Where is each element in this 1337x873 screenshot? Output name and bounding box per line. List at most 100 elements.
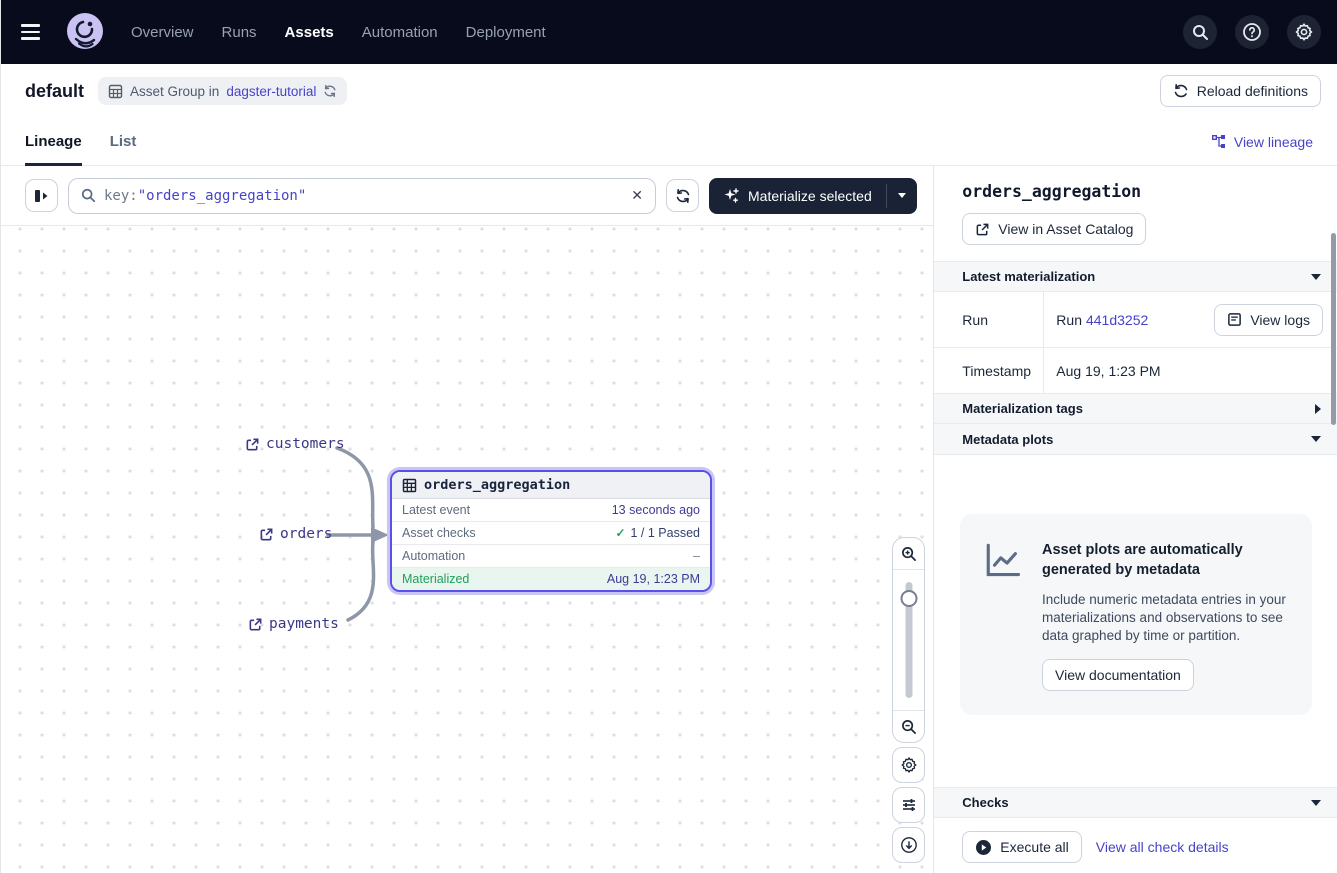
row-label: Asset checks <box>402 526 476 540</box>
lineage-icon <box>1211 134 1227 150</box>
nav-assets[interactable]: Assets <box>285 24 334 41</box>
panel-asset-title: orders_aggregation <box>962 182 1337 201</box>
zoom-in-button[interactable] <box>893 538 924 570</box>
recenter-graph-button[interactable] <box>892 827 925 863</box>
repo-link[interactable]: dagster-tutorial <box>226 84 316 99</box>
asset-node-payments[interactable]: payments <box>248 616 339 632</box>
asset-label-text: orders <box>280 526 332 542</box>
expand-sidebar-button[interactable] <box>25 179 58 212</box>
view-lineage-label: View lineage <box>1234 134 1313 150</box>
graph-settings-button[interactable] <box>892 747 925 783</box>
clear-search-icon[interactable]: ✕ <box>631 187 643 204</box>
reload-icon <box>1173 83 1189 99</box>
view-documentation-label: View documentation <box>1055 667 1181 683</box>
view-documentation-button[interactable]: View documentation <box>1042 659 1194 691</box>
section-materialization-tags[interactable]: Materialization tags <box>934 393 1337 424</box>
zoom-controls <box>892 537 925 743</box>
refresh-graph-button[interactable] <box>666 179 699 212</box>
check-icon: ✓ <box>615 526 625 540</box>
log-document-icon <box>1227 312 1242 327</box>
nav-deployment[interactable]: Deployment <box>466 24 546 41</box>
node-row-materialized: Materialized Aug 19, 1:23 PM <box>392 568 710 590</box>
chevron-down-icon <box>1311 436 1321 442</box>
section-latest-materialization[interactable]: Latest materialization <box>934 261 1337 292</box>
view-in-asset-catalog-button[interactable]: View in Asset Catalog <box>962 213 1146 245</box>
node-row-latest-event: Latest event 13 seconds ago <box>392 499 710 522</box>
graph-filters-button[interactable] <box>892 787 925 823</box>
node-row-automation: Automation – <box>392 545 710 568</box>
view-logs-button[interactable]: View logs <box>1214 304 1323 336</box>
search-query-prefix: key: <box>104 188 138 204</box>
hamburger-menu-icon[interactable] <box>21 18 49 46</box>
view-all-check-details-link[interactable]: View all check details <box>1096 839 1229 855</box>
tab-list[interactable]: List <box>110 118 137 165</box>
zoom-out-icon <box>901 719 917 735</box>
execute-all-button[interactable]: Execute all <box>962 831 1081 863</box>
execute-all-label: Execute all <box>1000 839 1068 855</box>
line-chart-icon <box>982 540 1024 582</box>
reload-definitions-button[interactable]: Reload definitions <box>1160 75 1321 107</box>
row-value: 13 seconds ago <box>612 503 700 517</box>
nav-overview[interactable]: Overview <box>131 24 194 41</box>
lineage-toolbar: key:"orders_aggregation" ✕ Materialize s… <box>1 166 933 226</box>
row-value: – <box>693 549 700 563</box>
asset-label-text: customers <box>266 436 345 452</box>
row-label: Automation <box>402 549 465 563</box>
timestamp-row: Timestamp Aug 19, 1:23 PM <box>934 348 1337 393</box>
asset-search-input[interactable]: key:"orders_aggregation" ✕ <box>68 178 656 214</box>
lineage-canvas[interactable]: customers orders payments orders_aggrega… <box>1 226 933 873</box>
asset-node-customers[interactable]: customers <box>245 436 345 452</box>
dagster-app: Overview Runs Assets Automation Deployme… <box>0 0 1337 873</box>
asset-plots-info-card: Asset plots are automatically generated … <box>960 514 1312 715</box>
tab-lineage[interactable]: Lineage <box>25 118 82 165</box>
external-link-icon <box>245 437 260 452</box>
section-label: Latest materialization <box>962 269 1095 284</box>
refresh-icon[interactable] <box>323 84 337 98</box>
grid-icon <box>108 84 123 99</box>
chevron-right-icon <box>1315 404 1321 414</box>
row-value: 1 / 1 Passed <box>631 526 701 540</box>
refresh-icon <box>675 188 691 204</box>
play-circle-icon <box>975 839 992 856</box>
plots-card-body: Include numeric metadata entries in your… <box>1042 591 1292 646</box>
node-row-asset-checks: Asset checks ✓ 1 / 1 Passed <box>392 522 710 545</box>
run-id-link[interactable]: 441d3252 <box>1086 312 1148 328</box>
section-label: Metadata plots <box>962 432 1053 447</box>
zoom-slider-handle[interactable] <box>900 590 917 607</box>
asset-node-orders[interactable]: orders <box>259 526 332 542</box>
asset-group-badge[interactable]: Asset Group in dagster-tutorial <box>98 77 347 105</box>
chevron-down-icon <box>1311 274 1321 280</box>
dagster-logo-icon[interactable] <box>65 12 105 52</box>
page-header: default Asset Group in dagster-tutorial … <box>1 64 1337 118</box>
section-label: Checks <box>962 795 1008 810</box>
section-checks[interactable]: Checks <box>934 787 1337 818</box>
search-icon[interactable] <box>1183 15 1217 49</box>
nav-automation[interactable]: Automation <box>362 24 438 41</box>
materialize-selected-button[interactable]: Materialize selected <box>709 178 917 214</box>
asset-node-orders-aggregation[interactable]: orders_aggregation Latest event 13 secon… <box>390 470 712 592</box>
table-icon <box>402 478 417 493</box>
tabs-row: Lineage List View lineage <box>1 118 1337 166</box>
help-icon[interactable] <box>1235 15 1269 49</box>
timestamp-value: Aug 19, 1:23 PM <box>1044 363 1337 379</box>
view-logs-label: View logs <box>1250 312 1310 328</box>
asset-label-text: payments <box>269 616 339 632</box>
panel-scrollbar[interactable] <box>1331 233 1336 425</box>
asset-detail-panel: orders_aggregation View in Asset Catalog… <box>933 166 1337 873</box>
gear-icon <box>900 756 918 774</box>
view-lineage-link[interactable]: View lineage <box>1211 118 1313 165</box>
settings-gear-icon[interactable] <box>1287 15 1321 49</box>
page-title: default <box>25 81 84 102</box>
search-query-value: "orders_aggregation" <box>138 188 307 204</box>
materialize-dropdown-button[interactable] <box>887 178 917 214</box>
section-metadata-plots[interactable]: Metadata plots <box>934 424 1337 455</box>
badge-text: Asset Group in <box>130 84 219 99</box>
row-label: Latest event <box>402 503 470 517</box>
zoom-out-button[interactable] <box>893 710 924 742</box>
run-row: Run Run 441d3252 View logs <box>934 292 1337 348</box>
external-link-icon <box>248 617 263 632</box>
chevron-down-icon <box>1311 800 1321 806</box>
view-in-catalog-label: View in Asset Catalog <box>998 221 1133 237</box>
recenter-icon <box>900 836 918 854</box>
nav-runs[interactable]: Runs <box>222 24 257 41</box>
